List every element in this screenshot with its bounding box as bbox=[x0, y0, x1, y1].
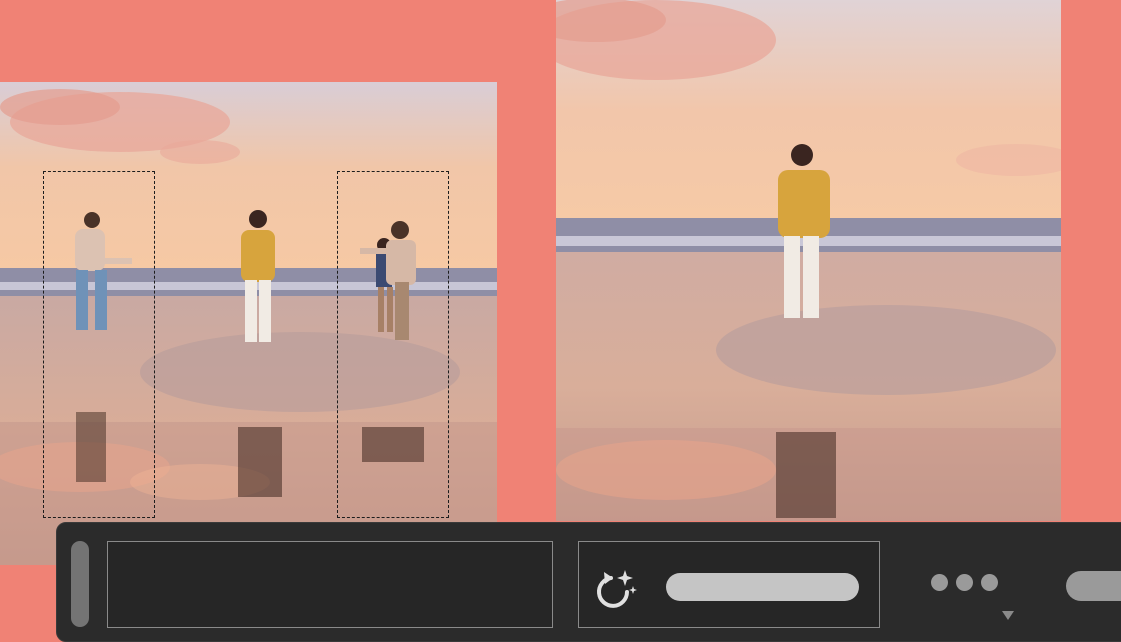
toolbar-pill-button[interactable] bbox=[1066, 571, 1121, 601]
drag-handle[interactable] bbox=[71, 541, 89, 627]
more-dots-icon[interactable] bbox=[929, 571, 1003, 595]
empty-panel bbox=[107, 541, 553, 628]
action-slider[interactable] bbox=[666, 573, 859, 601]
after-photo bbox=[556, 0, 1061, 521]
selection-box-2[interactable] bbox=[337, 171, 449, 518]
bottom-toolbar bbox=[56, 522, 1121, 642]
sparkle-refresh-glyph bbox=[597, 570, 637, 608]
caret-down-icon[interactable] bbox=[1002, 611, 1014, 620]
selection-box-1[interactable] bbox=[43, 171, 155, 518]
dot bbox=[931, 574, 948, 591]
sparkle-refresh-icon[interactable] bbox=[591, 562, 641, 612]
ai-action-panel bbox=[578, 541, 880, 628]
after-beach-image bbox=[556, 0, 1061, 521]
dot bbox=[956, 574, 973, 591]
dot bbox=[981, 574, 998, 591]
